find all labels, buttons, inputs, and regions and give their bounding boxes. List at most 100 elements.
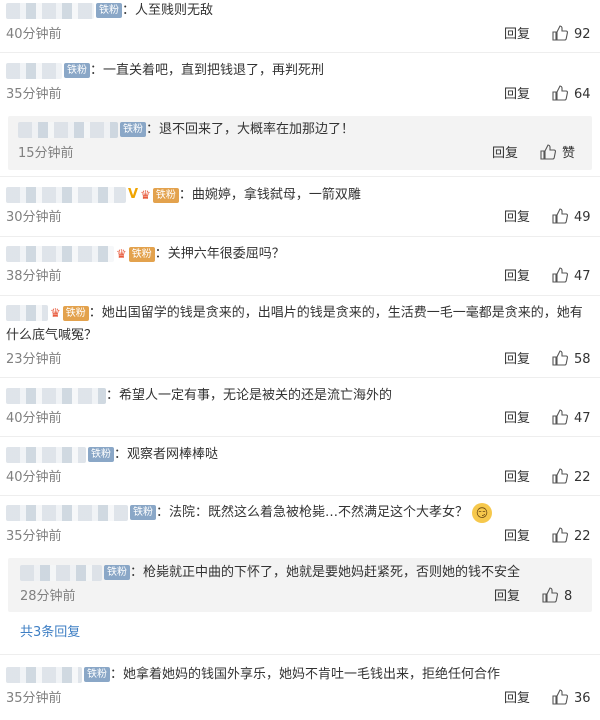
fan-badge: 铁粉: [84, 667, 110, 682]
fan-badge: 铁粉: [130, 505, 156, 520]
comment-time: 40分钟前: [6, 470, 62, 485]
comment-text: 退不回来了，大概率在加那边了！: [159, 122, 355, 137]
username-blurred[interactable]: [6, 446, 86, 463]
comment-item: 铁粉 ：观察者网棒棒哒 40分钟前 回复 22: [0, 444, 600, 494]
like-count: 赞: [562, 146, 576, 161]
like-button[interactable]: 36: [552, 689, 591, 709]
divider: [0, 236, 600, 237]
like-count: 92: [574, 27, 591, 42]
thumb-up-icon: [542, 587, 558, 603]
reply-button[interactable]: 回复: [494, 587, 520, 607]
like-count: 22: [574, 470, 591, 485]
username-blurred[interactable]: [6, 504, 128, 521]
thumb-up-icon: [552, 689, 568, 705]
reply-button[interactable]: 回复: [504, 409, 530, 429]
like-count: 36: [574, 691, 591, 706]
like-count: 64: [574, 87, 591, 102]
crown-icon: ♛: [140, 188, 151, 202]
like-button[interactable]: 47: [552, 267, 591, 287]
reply-button[interactable]: 回复: [504, 267, 530, 287]
divider: [0, 295, 600, 296]
comment-item: 铁粉 ：她拿着她妈的钱国外享乐，她妈不肯吐一毛钱出来，拒绝任何合作 35分钟前 回…: [0, 664, 600, 714]
username-blurred[interactable]: [6, 666, 82, 683]
crown-icon: ♛: [116, 247, 127, 261]
like-button[interactable]: 22: [552, 527, 591, 547]
thumb-up-icon: [552, 350, 568, 366]
smirk-emoji-icon: 😏: [472, 502, 493, 523]
thumb-up-icon: [552, 208, 568, 224]
like-count: 47: [574, 411, 591, 426]
username-blurred[interactable]: [6, 305, 48, 321]
like-button[interactable]: 22: [552, 468, 591, 488]
comment-text: 曲婉婷，拿钱弑母，一箭双雕: [191, 187, 361, 203]
like-button[interactable]: 49: [552, 208, 591, 228]
thumb-up-icon: [552, 527, 568, 543]
fan-badge: 铁粉: [64, 63, 90, 78]
comment-time: 40分钟前: [6, 27, 62, 42]
comment-item: ：希望人一定有事，无论是被关的还是流亡海外的 40分钟前 回复 47: [0, 385, 600, 435]
divider: [0, 176, 600, 177]
thumb-up-icon: [552, 25, 568, 41]
reply-button[interactable]: 回复: [504, 468, 530, 488]
comment-time: 40分钟前: [6, 411, 62, 426]
reply-button[interactable]: 回复: [504, 689, 530, 709]
comment-time: 23分钟前: [6, 352, 62, 367]
reply-button[interactable]: 回复: [504, 208, 530, 228]
comment-time: 15分钟前: [18, 146, 74, 161]
thumb-up-icon: [552, 409, 568, 425]
comment-time: 35分钟前: [6, 87, 62, 102]
divider: [0, 654, 600, 655]
like-button[interactable]: 58: [552, 350, 591, 370]
like-count: 22: [574, 529, 591, 544]
like-button[interactable]: 47: [552, 409, 591, 429]
comment-item: ♛ 铁粉 ：她出国留学的钱是贪来的，出唱片的钱是贪来的，生活费一毛一毫都是贪来的，她…: [0, 302, 600, 374]
like-button[interactable]: 64: [552, 85, 591, 105]
verified-v-icon: V: [128, 187, 139, 202]
username-blurred[interactable]: [6, 62, 62, 79]
view-more-replies-link[interactable]: 共3条回复: [20, 623, 80, 643]
username-blurred[interactable]: [20, 564, 102, 581]
fan-badge: 铁粉: [152, 187, 179, 203]
fan-badge: 铁粉: [128, 246, 155, 262]
reply-button[interactable]: 回复: [504, 527, 530, 547]
like-button[interactable]: 92: [552, 25, 591, 45]
reply-button[interactable]: 回复: [492, 144, 518, 164]
thumb-up-icon: [552, 468, 568, 484]
comment-item: ♛ 铁粉 ：关押六年很委屈吗？ 38分钟前 回复 47: [0, 243, 600, 293]
comment-text: 希望人一定有事，无论是被关的还是流亡海外的: [119, 388, 393, 403]
username-blurred[interactable]: [6, 387, 106, 404]
like-count: 58: [574, 352, 591, 367]
comment-text: 关押六年很委屈吗？: [167, 246, 285, 262]
fan-badge: 铁粉: [62, 305, 89, 321]
comment-item: 铁粉 ：法院：既然这么着急被枪毙…不然满足这个大孝女？ 😏 35分钟前 回复 22: [0, 502, 600, 552]
thumb-up-icon: [552, 85, 568, 101]
fan-badge: 铁粉: [88, 447, 114, 462]
like-button[interactable]: 赞: [540, 144, 575, 164]
like-button[interactable]: 8: [542, 587, 572, 607]
fan-badge: 铁粉: [120, 122, 146, 137]
comment-item: V ♛ 铁粉 ：曲婉婷，拿钱弑母，一箭双雕 30分钟前 回复 49: [0, 184, 600, 234]
comment-text: 枪毙就正中曲的下怀了，她就是要她妈赶紧死，否则她的钱不安全: [143, 565, 521, 580]
thumb-up-icon: [552, 267, 568, 283]
reply-button[interactable]: 回复: [504, 350, 530, 370]
comment-text: 她拿着她妈的钱国外享乐，她妈不肯吐一毛钱出来，拒绝任何合作: [123, 667, 501, 682]
like-count: 47: [574, 269, 591, 284]
reply-item: 铁粉 ：退不回来了，大概率在加那边了！ 15分钟前 回复 赞: [8, 116, 592, 170]
reply-button[interactable]: 回复: [504, 85, 530, 105]
comment-text: 人至贱则无敌: [135, 3, 214, 18]
comment-time: 35分钟前: [6, 529, 62, 544]
comment-time: 28分钟前: [20, 589, 76, 604]
comment-time: 30分钟前: [6, 210, 62, 225]
like-count: 8: [564, 589, 573, 604]
crown-icon: ♛: [50, 306, 61, 320]
comment-item: 铁粉 ：一直关着吧，直到把钱退了，再判死刑 35分钟前 回复 64: [0, 60, 600, 110]
username-blurred[interactable]: [6, 2, 94, 19]
username-blurred[interactable]: [6, 187, 126, 203]
divider: [0, 52, 600, 53]
username-blurred[interactable]: [6, 246, 114, 262]
comment-time: 38分钟前: [6, 269, 62, 284]
comment-text: 一直关着吧，直到把钱退了，再判死刑: [103, 63, 325, 78]
reply-button[interactable]: 回复: [504, 25, 530, 45]
username-blurred[interactable]: [18, 121, 118, 138]
comment-text: 法院：既然这么着急被枪毙…不然满足这个大孝女？: [169, 505, 469, 520]
